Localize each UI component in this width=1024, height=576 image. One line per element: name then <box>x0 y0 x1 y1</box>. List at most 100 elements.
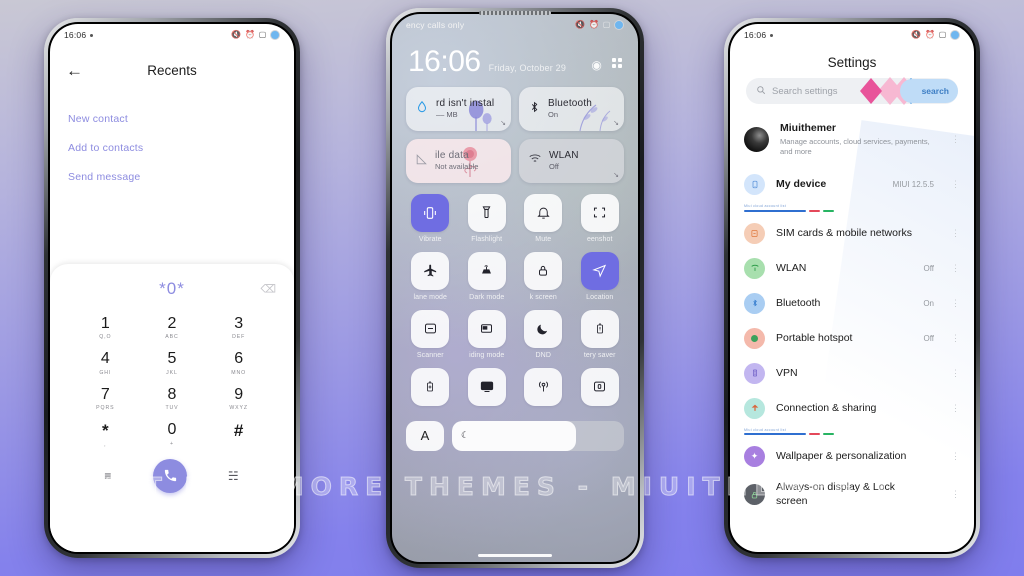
brightness-slider[interactable]: ☾ <box>452 420 624 451</box>
airplane-icon <box>411 251 450 290</box>
dial-key-3[interactable]: 3 DEF <box>205 310 272 343</box>
settings-row-wlan[interactable]: WLAN Off ⋮ <box>730 251 974 286</box>
dial-key-1[interactable]: 1 Q,O <box>72 310 139 343</box>
settings-row-my-device[interactable]: My device MIUI 12.5.5 ⋮ <box>730 167 974 202</box>
phone-middle-bezel: ency calls only 🔇 ⏰ ▢ 16:06 Friday, Octo… <box>390 12 640 564</box>
alarm-icon: ⏰ <box>925 30 936 39</box>
toggle-airplane-mode[interactable]: lane mode <box>406 251 455 301</box>
section-divider-2: Miui cloud account list <box>730 426 974 440</box>
mute-icon: 🔇 <box>575 20 586 29</box>
menu-item-new-contact[interactable]: New contact <box>68 104 276 133</box>
settings-row-portable-hotspot[interactable]: Portable hotspot Off ⋮ <box>730 321 974 356</box>
notification-dot-icon <box>770 33 774 37</box>
toggle-scanner[interactable]: Scanner <box>406 309 455 359</box>
phone-right-screen: 16:06 🔇 ⏰ ▢ Settings Search settings sea… <box>730 24 974 552</box>
item-text: Bluetooth <box>776 297 908 310</box>
dial-key-digit: 5 <box>167 350 177 368</box>
dial-key-digit: # <box>233 421 244 441</box>
toggle-location[interactable]: Location <box>576 251 625 301</box>
brightness-row: A ☾ <box>392 410 638 451</box>
toggle-dnd[interactable]: DND <box>519 309 568 359</box>
dial-key-6[interactable]: 6 MNO <box>205 345 272 378</box>
toggle-second-space[interactable] <box>576 367 625 410</box>
tile-bluetooth[interactable]: Bluetooth On ↘ <box>519 86 624 131</box>
settings-row-vpn[interactable]: VPN ⋮ <box>730 356 974 391</box>
alarm-icon: ⏰ <box>245 30 256 39</box>
toggle-vibrate[interactable]: Vibrate <box>406 193 455 243</box>
screenshot-icon: ▢ <box>258 30 267 39</box>
settings-row-connection-sharing[interactable]: Connection & sharing ⋮ <box>730 391 974 426</box>
status-bar-right-group: 🔇 ⏰ ▢ <box>231 30 280 40</box>
backspace-icon[interactable]: ⌫ <box>260 283 276 296</box>
tile-mobile-data[interactable]: ile data Not available <box>406 138 511 183</box>
menu-item-send-message[interactable]: Send message <box>68 162 276 191</box>
toggle-flashlight[interactable]: Flashlight <box>463 193 512 243</box>
toggle-reading-mode[interactable]: iding mode <box>463 309 512 359</box>
home-indicator[interactable] <box>478 553 552 557</box>
toggle-dark-mode[interactable]: Dark mode <box>463 251 512 301</box>
phone-left-recents-dialer: 16:06 🔇 ⏰ ▢ ← Recents New contact Add to… <box>44 18 300 558</box>
tile-text: rd isn't instal –– MB <box>436 98 494 119</box>
alarm-icon: ⏰ <box>589 20 600 29</box>
chevron-right-icon: ⋮ <box>951 227 960 238</box>
dial-key-4[interactable]: 4 GHI <box>72 345 139 378</box>
dial-key-hash[interactable]: # <box>205 416 272 451</box>
dial-key-digit: 6 <box>234 350 244 368</box>
toggle-mute[interactable]: Mute <box>519 193 568 243</box>
call-button[interactable] <box>153 458 188 493</box>
search-button[interactable]: search <box>899 79 958 103</box>
divider-bar-red <box>809 209 820 212</box>
item-value: MIUI 12.5.5 <box>892 180 934 190</box>
tile-wlan[interactable]: WLAN Off ↘ <box>519 138 624 183</box>
toggle-label: iding mode <box>469 351 505 359</box>
signal-icon <box>415 153 428 169</box>
dial-key-9[interactable]: 9 WXYZ <box>205 381 272 414</box>
back-arrow-icon[interactable]: ← <box>66 62 86 79</box>
auto-brightness-button[interactable]: A <box>406 420 444 451</box>
dial-key-letters: MNO <box>231 369 247 376</box>
menu-item-add-to-contacts[interactable]: Add to contacts <box>68 133 276 162</box>
keypad-grid-icon[interactable]: ☵ <box>228 469 240 483</box>
menu-list-icon[interactable]: ≡ <box>104 469 112 483</box>
status-time: 16:06 <box>744 30 767 40</box>
search-input[interactable]: Search settings search <box>746 77 958 105</box>
settings-row-wallpaper[interactable]: ✦ Wallpaper & personalization ⋮ <box>730 439 974 474</box>
toggle-hotspot[interactable] <box>519 367 568 410</box>
toggle-screenshot[interactable]: eenshot <box>576 193 625 243</box>
dial-key-0[interactable]: 0 + <box>139 416 206 451</box>
screenshot-icon: ▢ <box>938 30 947 39</box>
item-label: Portable hotspot <box>776 331 853 344</box>
tile-subtitle: Not available <box>435 162 479 171</box>
settings-gear-icon[interactable]: ◉ <box>591 58 601 72</box>
recents-menu-list: New contact Add to contacts Send message <box>50 86 294 191</box>
control-center-clock-row: 16:06 Friday, October 29 ◉ <box>392 36 638 77</box>
mute-icon: 🔇 <box>231 30 242 39</box>
tile-title: WLAN <box>549 150 579 161</box>
phone-left-screen: 16:06 🔇 ⏰ ▢ ← Recents New contact Add to… <box>50 24 294 552</box>
tile-cloud-storage[interactable]: rd isn't instal –– MB ↘ <box>406 86 511 131</box>
item-value: Off <box>923 263 934 273</box>
dial-key-star[interactable]: * , <box>72 416 139 451</box>
dial-key-8[interactable]: 8 TUV <box>139 381 206 414</box>
dial-key-7[interactable]: 7 PQRS <box>72 381 139 414</box>
dial-key-2[interactable]: 2 ABC <box>139 310 206 343</box>
toggle-battery-plus[interactable] <box>406 367 455 410</box>
toggle-cast[interactable] <box>463 367 512 410</box>
toggle-battery-saver[interactable]: tery saver <box>576 309 625 359</box>
hotspot-icon <box>524 367 563 406</box>
expand-corner-icon[interactable]: ↘ <box>613 119 619 127</box>
edit-grid-icon[interactable] <box>611 57 622 72</box>
hotspot-dot <box>751 334 758 342</box>
dial-key-5[interactable]: 5 JKL <box>139 345 206 378</box>
tile-text: WLAN Off <box>549 150 579 171</box>
toggle-lock-screen[interactable]: k screen <box>519 251 568 301</box>
settings-row-always-on-display[interactable]: Always-on display & Lock screen ⋮ <box>730 474 974 514</box>
settings-row-sim-cards[interactable]: SIM cards & mobile networks ⋮ <box>730 216 974 251</box>
battery-saver-icon <box>580 309 619 348</box>
expand-corner-icon[interactable]: ↘ <box>500 119 506 127</box>
settings-row-bluetooth[interactable]: Bluetooth On ⋮ <box>730 286 974 321</box>
expand-corner-icon[interactable]: ↘ <box>613 171 619 179</box>
chevron-right-icon: ⋮ <box>951 179 960 190</box>
settings-row-account[interactable]: Miuithemer Manage accounts, cloud servic… <box>730 110 974 167</box>
lock-icon <box>524 251 563 290</box>
